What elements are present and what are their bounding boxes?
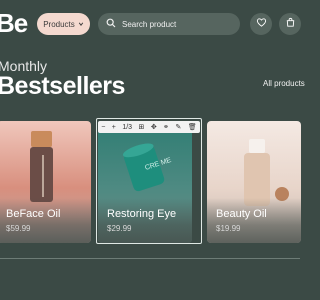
products-label: Products bbox=[43, 19, 75, 29]
heart-icon bbox=[256, 15, 267, 33]
editor-toolbar: − + 1/3 ⊞ ✥ ⚭ ✎ 🗑 bbox=[98, 121, 200, 133]
bag-icon bbox=[285, 15, 296, 33]
product-name: BeFace Oil bbox=[6, 208, 61, 220]
search-icon bbox=[106, 18, 116, 30]
product-card-3[interactable]: Beauty Oil $19.99 bbox=[207, 121, 301, 243]
delete-icon[interactable]: 🗑 bbox=[188, 123, 197, 131]
product-card-1[interactable]: BeFace Oil $59.99 bbox=[0, 121, 91, 243]
minus-icon[interactable]: − bbox=[101, 124, 105, 131]
all-products-link[interactable]: All products bbox=[263, 79, 305, 88]
oil-bottle-image bbox=[30, 131, 53, 202]
search-placeholder: Search product bbox=[122, 19, 177, 29]
plus-icon[interactable]: + bbox=[112, 124, 116, 131]
chevron-down-icon bbox=[78, 20, 84, 29]
products-dropdown-button[interactable]: Products bbox=[37, 13, 90, 35]
product-name: Beauty Oil bbox=[216, 208, 267, 220]
search-bar[interactable]: Search product bbox=[98, 13, 240, 35]
cart-button[interactable] bbox=[279, 13, 301, 35]
link-icon[interactable]: ⚭ bbox=[163, 123, 169, 131]
edit-icon[interactable]: ✎ bbox=[175, 123, 181, 131]
divider bbox=[0, 258, 300, 259]
section-title: Bestsellers bbox=[0, 72, 125, 100]
selection-frame bbox=[96, 118, 202, 244]
card-gradient bbox=[0, 198, 91, 243]
toolbar-count-label: 1/3 bbox=[122, 123, 133, 131]
grid-icon[interactable]: ⊞ bbox=[139, 123, 145, 131]
product-price: $19.99 bbox=[216, 224, 241, 233]
logo[interactable]: Be bbox=[0, 8, 28, 39]
wishlist-button[interactable] bbox=[250, 13, 272, 35]
move-icon[interactable]: ✥ bbox=[151, 123, 157, 131]
product-price: $59.99 bbox=[6, 224, 31, 233]
card-gradient bbox=[207, 198, 301, 243]
